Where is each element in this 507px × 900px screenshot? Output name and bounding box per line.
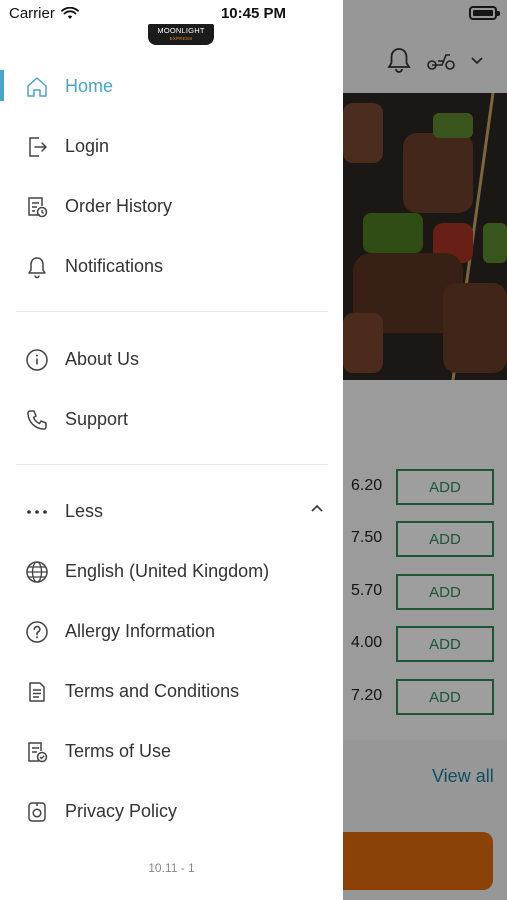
menu-item-label: Allergy Information [65,620,216,641]
menu-item-language[interactable]: English (United Kingdom) [0,546,343,596]
menu-item-privacy-policy[interactable]: Privacy Policy [0,786,343,836]
logo-subtext: EXPRESS [169,35,193,41]
globe-icon [24,559,50,585]
chevron-up-icon [310,503,324,513]
menu-item-label: About Us [65,348,140,369]
privacy-icon [24,799,50,825]
menu-item-label: English (United Kingdom) [65,560,270,581]
menu-item-label: Order History [65,195,173,216]
document-check-icon [24,739,50,765]
menu-item-label: Notifications [65,255,164,276]
document-icon [24,679,50,705]
menu-item-label: Support [65,408,129,429]
menu-item-less[interactable]: Less [0,486,343,536]
menu-item-notifications[interactable]: Notifications [0,241,343,291]
menu-item-label: Login [65,135,110,156]
menu-item-label: Home [65,75,114,96]
menu-item-terms-of-use[interactable]: Terms of Use [0,726,343,776]
status-time: 10:45 PM [220,5,287,22]
more-dots-icon [24,499,50,525]
info-icon [24,347,50,373]
side-drawer: Carrier MOONLIGHT EXPRESS Home Login Ord… [0,0,343,900]
menu-item-label: Less [65,500,104,521]
app-version: 10.11 - 1 [148,861,195,875]
phone-icon [24,407,50,433]
brand-logo: MOONLIGHT EXPRESS [148,24,214,45]
home-icon [24,74,50,100]
menu-item-terms-conditions[interactable]: Terms and Conditions [0,666,343,716]
menu-item-label: Privacy Policy [65,800,178,821]
menu-item-label: Terms of Use [65,740,172,761]
menu-item-login[interactable]: Login [0,121,343,171]
logo-text: MOONLIGHT [157,26,205,35]
menu-item-order-history[interactable]: Order History [0,181,343,231]
question-icon [24,619,50,645]
menu-item-about-us[interactable]: About Us [0,334,343,384]
menu-item-support[interactable]: Support [0,394,343,444]
menu-item-home[interactable]: Home [0,61,343,111]
menu-divider [16,464,328,465]
menu-divider [16,311,328,312]
bell-icon [24,254,50,280]
menu-item-allergy[interactable]: Allergy Information [0,606,343,656]
login-icon [24,134,50,160]
menu-item-label: Terms and Conditions [65,680,240,701]
order-history-icon [24,194,50,220]
